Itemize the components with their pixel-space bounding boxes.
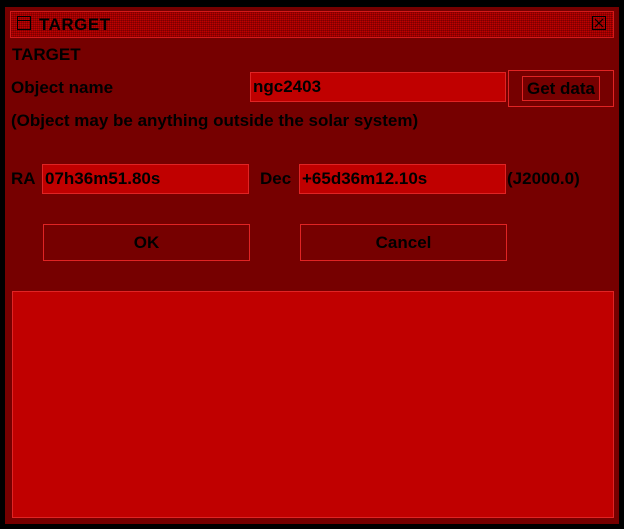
title-bar[interactable]: TARGET <box>10 11 614 38</box>
window-menu-icon[interactable] <box>17 16 31 30</box>
object-name-label: Object name <box>11 78 114 97</box>
window-title: TARGET <box>39 15 111 34</box>
close-icon[interactable] <box>592 16 606 30</box>
output-panel <box>12 291 614 518</box>
ra-input[interactable]: 07h36m51.80s <box>42 164 249 194</box>
get-data-button-frame[interactable]: Get data <box>508 70 614 107</box>
cancel-button[interactable]: Cancel <box>300 224 507 261</box>
ra-label: RA <box>11 169 36 188</box>
dec-input[interactable]: +65d36m12.10s <box>299 164 506 194</box>
get-data-button[interactable]: Get data <box>522 76 600 101</box>
epoch-label: (J2000.0) <box>507 169 580 188</box>
target-dialog-window: TARGET TARGET Object name ngc2403 Get da… <box>5 7 619 524</box>
object-hint: (Object may be anything outside the sola… <box>11 111 419 130</box>
dec-label: Dec <box>260 169 292 188</box>
dialog-heading: TARGET <box>12 45 81 64</box>
ok-button[interactable]: OK <box>43 224 250 261</box>
object-name-input[interactable]: ngc2403 <box>250 72 506 102</box>
